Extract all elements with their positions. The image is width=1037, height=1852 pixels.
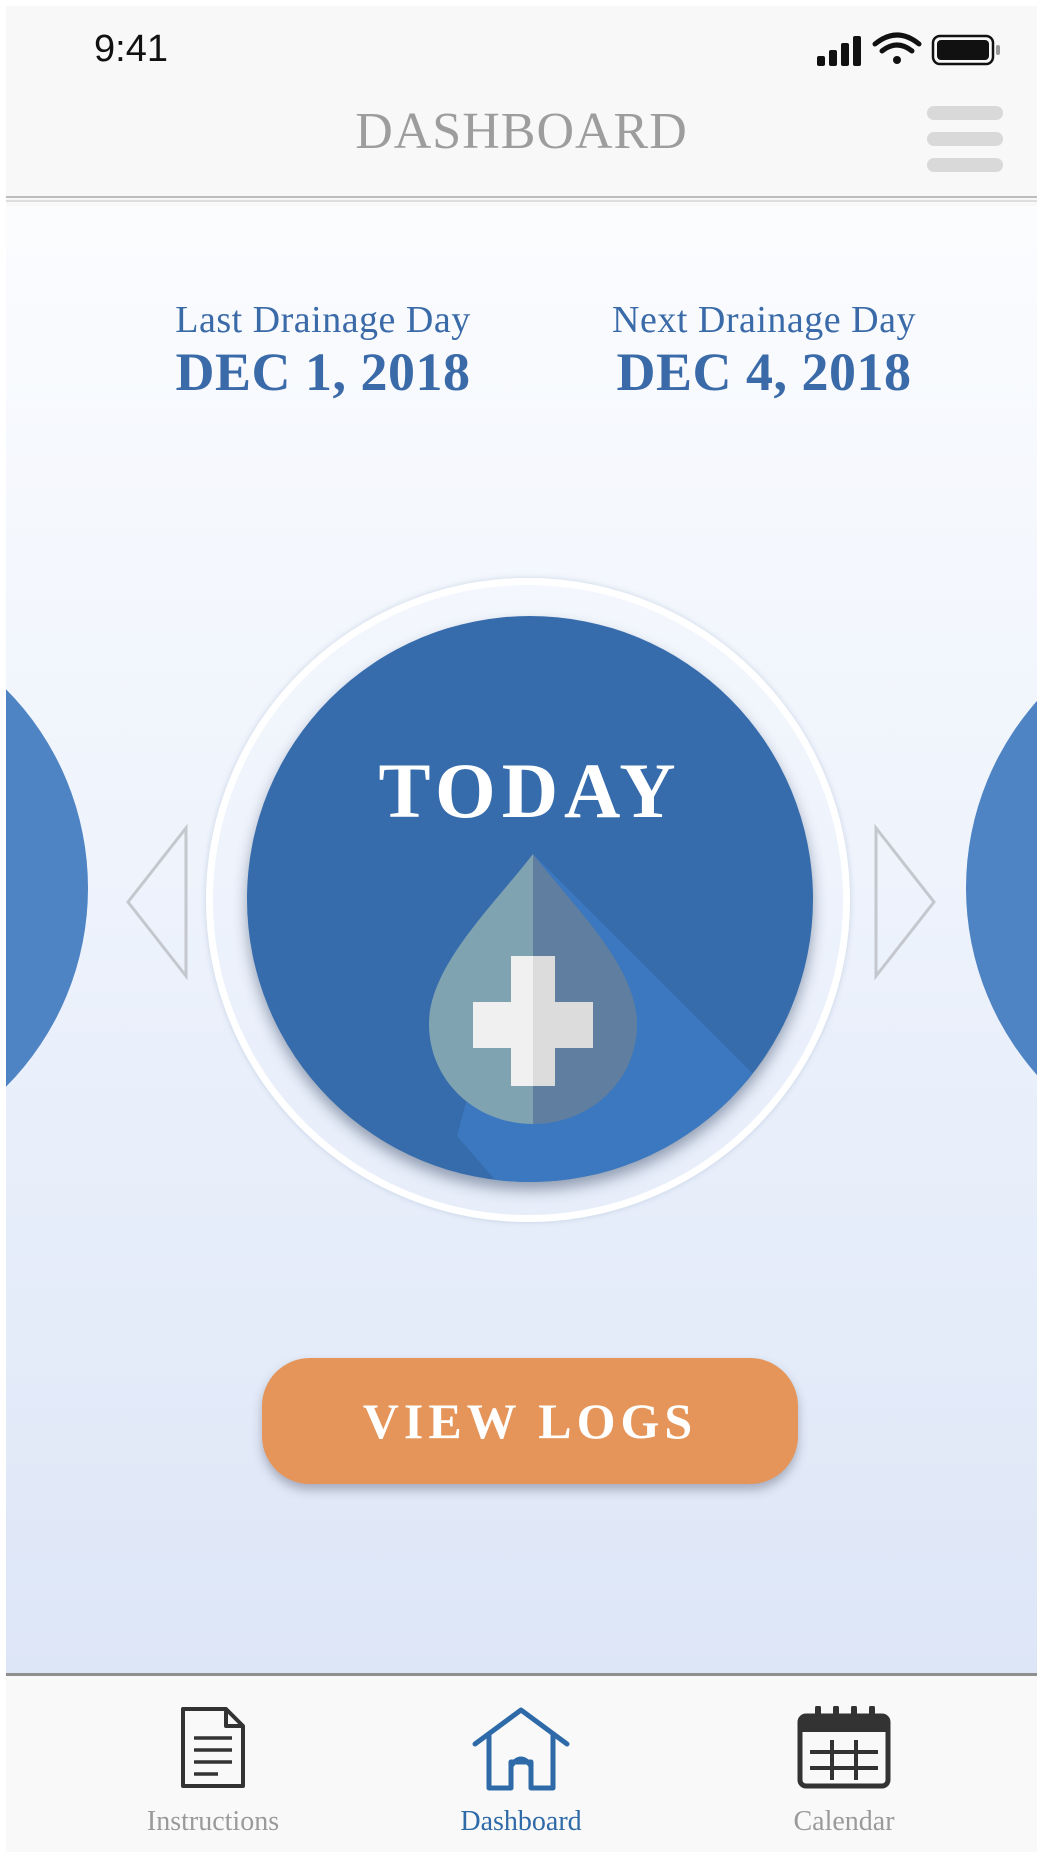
next-drainage-info: Next Drainage Day DEC 4, 2018 (564, 298, 964, 402)
wifi-icon (872, 32, 922, 64)
tab-bar: Instructions Dashboard Calendar (6, 1673, 1037, 1852)
tab-instructions-label: Instructions (146, 1806, 280, 1837)
tab-dashboard-label: Dashboard (460, 1806, 582, 1837)
cellular-signal-icon (817, 36, 861, 66)
status-time: 9:41 (94, 28, 168, 70)
hamburger-menu-icon[interactable] (927, 106, 1003, 172)
last-drainage-info: Last Drainage Day DEC 1, 2018 (123, 298, 523, 402)
document-icon (83, 1706, 343, 1798)
arrow-right-icon[interactable] (872, 823, 938, 981)
next-drainage-label: Next Drainage Day (612, 299, 916, 341)
status-bar: 9:41 (6, 6, 1037, 90)
battery-icon (931, 34, 1000, 66)
calendar-icon (714, 1705, 974, 1798)
next-drainage-date: DEC 4, 2018 (616, 342, 912, 402)
header: DASHBOARD (6, 90, 1037, 202)
tab-calendar-label: Calendar (793, 1806, 895, 1837)
tab-calendar[interactable]: Calendar (714, 1676, 974, 1852)
app-screen: 9:41 DASHBOARD Last Drainage Day DEC 1, … (6, 6, 1037, 1852)
arrow-left-icon[interactable] (124, 823, 190, 981)
tab-dashboard[interactable]: Dashboard (391, 1676, 651, 1852)
view-logs-button[interactable]: VIEW LOGS (262, 1358, 798, 1484)
dashboard-main: Last Drainage Day DEC 1, 2018 Next Drain… (6, 206, 1037, 1673)
status-icons (807, 30, 1007, 70)
next-day-card[interactable] (966, 606, 1037, 1170)
page-title: DASHBOARD (355, 103, 688, 160)
tab-instructions[interactable]: Instructions (83, 1676, 343, 1852)
last-drainage-date: DEC 1, 2018 (175, 342, 471, 402)
today-card[interactable]: TODAY (247, 616, 813, 1182)
medical-drop-plus-icon (429, 854, 807, 1182)
last-drainage-label: Last Drainage Day (175, 299, 471, 341)
previous-day-card[interactable] (6, 606, 88, 1170)
today-label: TODAY (378, 747, 682, 834)
home-icon (391, 1706, 651, 1798)
